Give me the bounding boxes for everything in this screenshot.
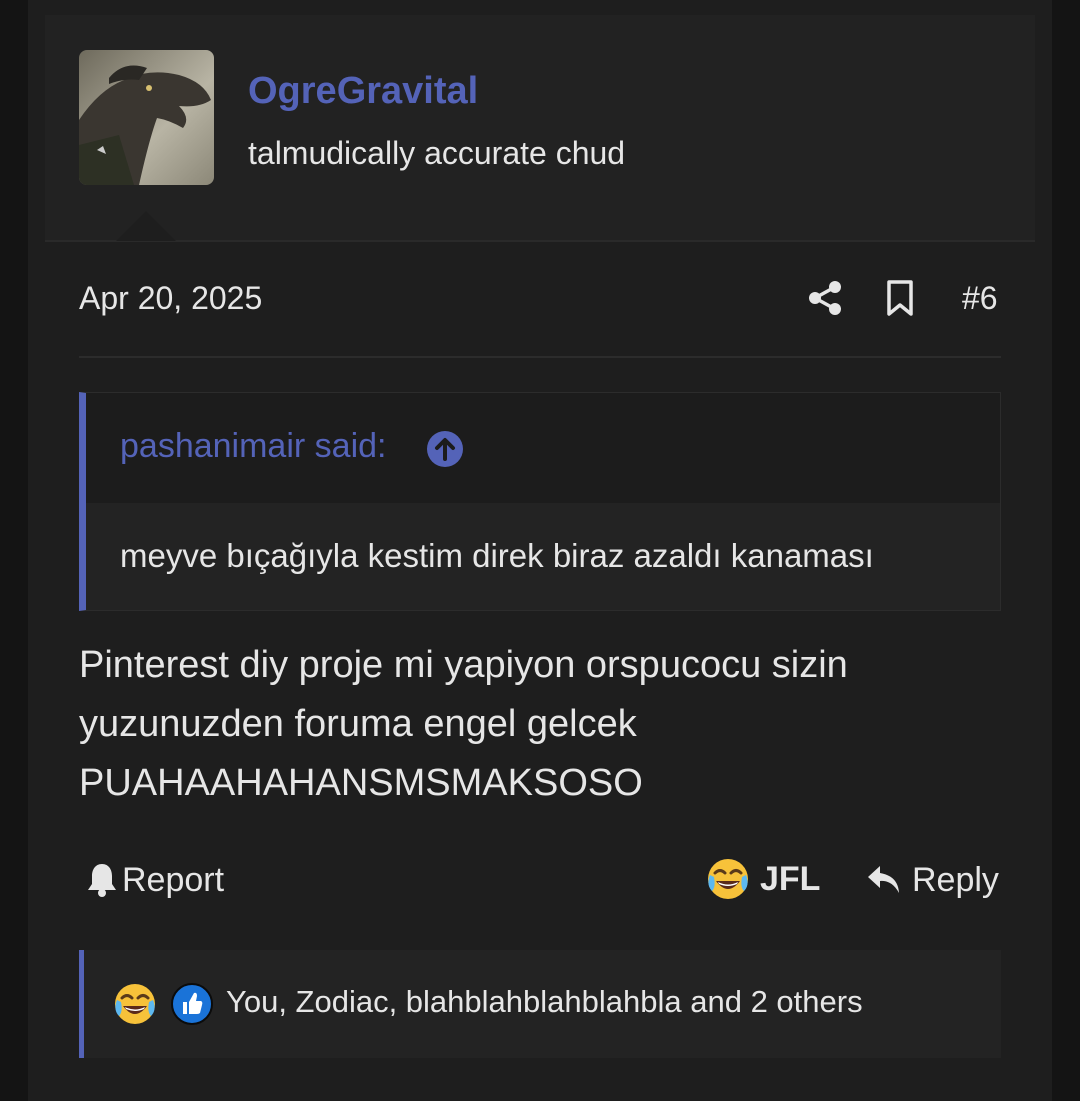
post-message: Pinterest diy proje mi yapiyon orspucocu… bbox=[79, 636, 1001, 813]
reaction-label: JFL bbox=[760, 859, 821, 898]
crying-laughing-emoji-icon bbox=[115, 984, 155, 1024]
reactions-bar[interactable]: You, Zodiac, blahblahblahblahbla and 2 o… bbox=[79, 950, 1001, 1058]
divider bbox=[79, 356, 1001, 358]
reply-label: Reply bbox=[912, 860, 999, 899]
post-container: OgreGravital talmudically accurate chud … bbox=[28, 0, 1052, 1101]
report-label: Report bbox=[122, 860, 225, 899]
post-date[interactable]: Apr 20, 2025 bbox=[79, 280, 262, 317]
crying-laughing-emoji-icon bbox=[708, 859, 748, 899]
bookmark-icon[interactable] bbox=[886, 280, 914, 316]
quote-content: meyve bıçağıyla kestim direk biraz azald… bbox=[86, 503, 1000, 610]
share-icon[interactable] bbox=[808, 280, 842, 316]
user-avatar[interactable] bbox=[79, 50, 214, 185]
quote-text: meyve bıçağıyla kestim direk biraz azald… bbox=[120, 537, 874, 574]
arrow-up-circle-icon[interactable] bbox=[426, 430, 464, 468]
quote-block: pashanimair said: meyve bıçağıyla kestim… bbox=[79, 392, 1001, 611]
post-user-header: OgreGravital talmudically accurate chud bbox=[45, 15, 1035, 242]
reply-button[interactable]: Reply bbox=[866, 858, 999, 902]
thumbs-up-icon bbox=[171, 983, 213, 1025]
post-message-line: yuzunuzden foruma engel gelcek bbox=[79, 703, 637, 745]
bell-icon bbox=[88, 864, 116, 897]
post-message-line: PUAHAAHAHANSMSMAKSOSO bbox=[79, 762, 643, 804]
reaction-button[interactable]: JFL bbox=[706, 855, 820, 903]
quote-author-link[interactable]: pashanimair said: bbox=[120, 427, 386, 466]
reply-icon bbox=[868, 866, 899, 893]
header-pointer-arrow bbox=[116, 211, 176, 241]
post-message-line: Pinterest diy proje mi yapiyon orspucocu… bbox=[79, 644, 848, 686]
author-user-title: talmudically accurate chud bbox=[248, 135, 626, 171]
reactions-users-link[interactable]: You, Zodiac, blahblahblahblahbla and 2 o… bbox=[226, 984, 863, 1020]
report-button[interactable]: Report bbox=[86, 858, 224, 902]
author-username[interactable]: OgreGravital bbox=[248, 70, 478, 113]
post-number-link[interactable]: #6 bbox=[962, 280, 998, 317]
quote-header: pashanimair said: bbox=[86, 393, 1000, 503]
